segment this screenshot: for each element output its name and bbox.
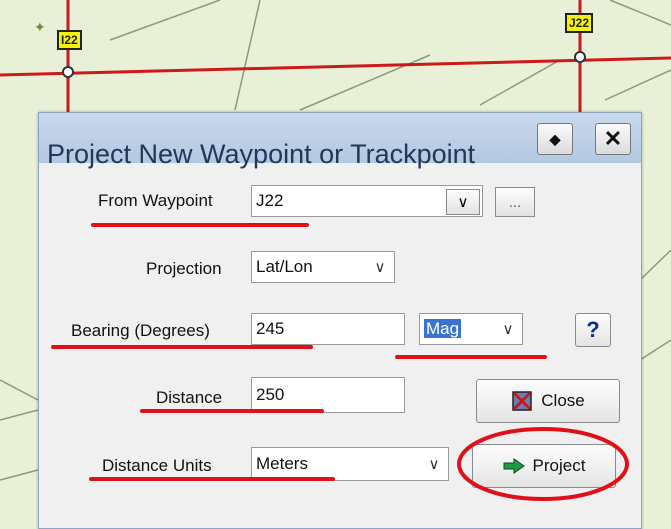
annotation-underline xyxy=(140,409,324,413)
bearing-reference-value: Mag xyxy=(424,319,462,338)
dialog-title: Project New Waypoint or Trackpoint xyxy=(47,139,476,169)
close-button-label: Close xyxy=(541,391,585,410)
projection-value: Lat/Lon xyxy=(256,257,313,276)
distance-units-label: Distance Units xyxy=(102,456,212,475)
waypoint-label-i22[interactable]: I22 xyxy=(57,30,82,50)
annotation-underline xyxy=(395,355,547,359)
dialog-titlebar[interactable]: Project New Waypoint or Trackpoint ◆ ✕ xyxy=(39,113,641,169)
close-button[interactable]: Close xyxy=(476,379,620,423)
annotation-circle xyxy=(457,427,629,501)
projection-select[interactable]: Lat/Lon ∨ xyxy=(251,251,395,283)
annotation-underline xyxy=(91,223,309,227)
close-door-icon xyxy=(512,391,533,411)
projection-label: Projection xyxy=(146,259,222,278)
svg-text:✦: ✦ xyxy=(34,20,46,36)
close-icon[interactable]: ✕ xyxy=(595,123,631,155)
waypoint-label-j22[interactable]: J22 xyxy=(565,13,594,33)
pin-icon[interactable]: ◆ xyxy=(537,123,573,155)
distance-label: Distance xyxy=(156,388,223,407)
bearing-reference-select[interactable]: Mag ∨ xyxy=(419,313,523,345)
waypoint-marker-left xyxy=(62,66,74,78)
waypoint-marker-right xyxy=(574,51,586,63)
distance-units-value: Meters xyxy=(256,454,308,473)
browse-button[interactable]: ... xyxy=(495,187,535,217)
distance-units-select[interactable]: Meters ∨ xyxy=(251,447,449,481)
from-waypoint-label: From Waypoint xyxy=(98,191,213,210)
help-button[interactable]: ? xyxy=(575,313,611,347)
bearing-label: Bearing (Degrees) xyxy=(71,321,210,340)
help-icon: ? xyxy=(586,317,600,342)
chevron-down-icon: ∨ xyxy=(502,321,514,338)
distance-input[interactable]: 250 xyxy=(251,377,405,413)
project-waypoint-dialog: Project New Waypoint or Trackpoint ◆ ✕ F… xyxy=(38,112,642,529)
chevron-down-icon[interactable]: ∨ xyxy=(446,189,480,215)
bearing-input[interactable]: 245 xyxy=(251,313,405,345)
chevron-down-icon: ∨ xyxy=(428,456,440,473)
chevron-down-icon: ∨ xyxy=(374,259,386,276)
annotation-underline xyxy=(51,345,313,349)
annotation-underline xyxy=(89,477,335,481)
